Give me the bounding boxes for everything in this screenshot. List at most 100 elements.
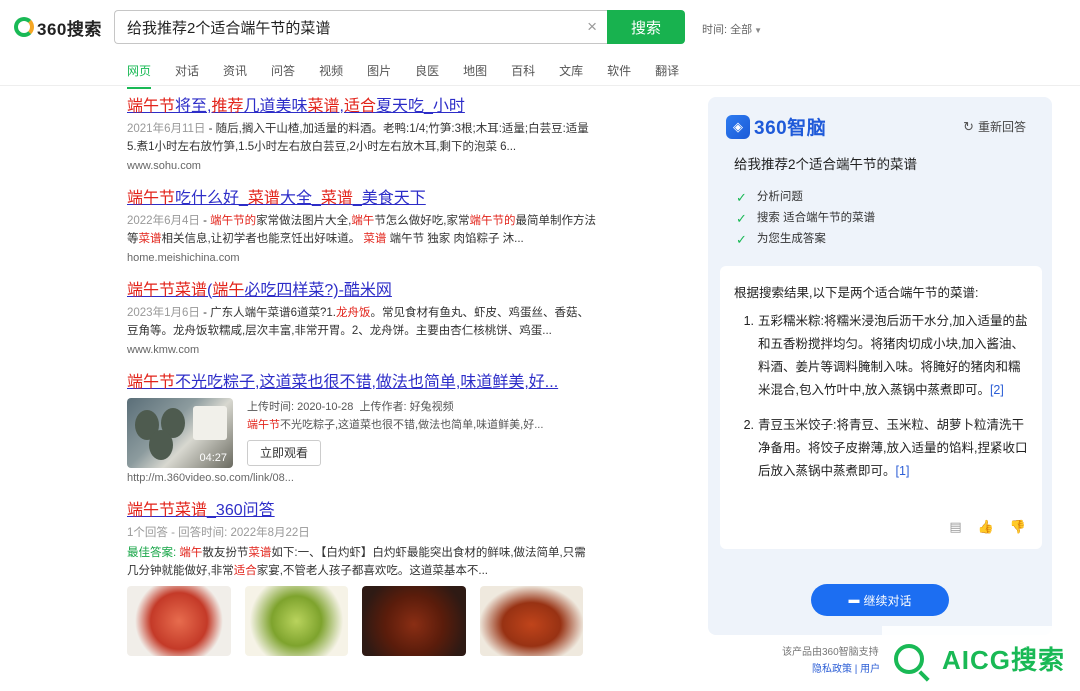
title-segment: 不光吃粽子,这道菜也很不错,做法也简单,味道鲜美,好... [175, 374, 559, 391]
header: 360搜索 × 搜索 时间: 全部▼ 网页对话资讯问答视频图片良医地图百科文库软… [0, 0, 1080, 89]
title-segment: 端午节 [127, 190, 176, 207]
uploader: 上传作者: 好兔视频 [359, 401, 454, 413]
fish-dish-image[interactable] [479, 586, 583, 656]
result-title-link[interactable]: 端午节吃什么好_菜谱大全_菜谱_美食天下 [127, 188, 597, 210]
desc-segment: 适合 [233, 565, 257, 577]
result-title-link[interactable]: 端午节将至,推荐几道美味菜谱,适合夏天吃_小时 [127, 96, 597, 118]
nav-tab[interactable]: 网页 [127, 62, 152, 89]
time-filter-label: 时间: 全部 [702, 24, 753, 36]
continue-chat-label: 继续对话 [863, 593, 912, 608]
result-url[interactable]: www.sohu.com [127, 160, 597, 172]
nav-tab[interactable]: 百科 [511, 62, 535, 89]
video-meta: 上传时间: 2020-10-28 上传作者: 好兔视频 [247, 398, 543, 416]
title-segment: 大全_ [279, 190, 321, 207]
nav-tab[interactable]: 对话 [175, 62, 199, 89]
ai-panel: ◈ 360智脑 ↻ 重新回答 给我推荐2个适合端午节的菜谱 ✓ 分析问题 ✓ 搜索 适… [708, 97, 1052, 635]
answer-list: 1. 五彩糯米粽:将糯米浸泡后沥干水分,加入适量的盐和五香粉搅拌均匀。将猪肉切成小… [734, 310, 1032, 495]
nav-tab[interactable]: 资讯 [223, 62, 247, 89]
title-segment: 将至, [175, 98, 212, 115]
answer-body: 五彩糯米粽:将糯米浸泡后沥干水分,加入适量的盐和五香粉搅拌均匀。将猪肉切成小块,… [758, 314, 1028, 397]
nav-tab[interactable]: 问答 [271, 62, 295, 89]
watch-now-button[interactable]: 立即观看 [247, 440, 322, 466]
video-desc-highlight: 端午节 [247, 419, 280, 431]
nav-tab[interactable]: 软件 [607, 62, 631, 89]
ai-logo: ◈ 360智脑 [726, 113, 826, 140]
ai-query: 给我推荐2个适合端午节的菜谱 [734, 157, 918, 172]
ai-logo-text: 360智脑 [754, 118, 827, 139]
image-row [127, 586, 597, 656]
title-segment: 必吃四样菜?)-酷米网 [244, 282, 392, 299]
title-segment: 吃什么好_ [175, 190, 248, 207]
video-desc: 端午节不光吃粽子,这道菜也很不错,做法也简单,味道鲜美,好... [247, 416, 543, 434]
braised-dish-image[interactable] [362, 586, 466, 656]
time-filter[interactable]: 时间: 全部 ▼ [702, 21, 762, 37]
video-info: 上传时间: 2020-10-28 上传作者: 好兔视频 端午节不光吃粽子,这道菜… [247, 398, 543, 468]
result-date: 2023年1月6日 [127, 307, 200, 319]
result-title-link[interactable]: 端午节不光吃粽子,这道菜也很不错,做法也简单,味道鲜美,好... [127, 372, 597, 394]
chat-icon: ▬ [848, 594, 860, 606]
results-list: 端午节将至,推荐几道美味菜谱,适合夏天吃_小时 2021年6月11日 - 随后,搁… [127, 96, 597, 672]
ai-step: ✓ 分析问题 [736, 187, 875, 208]
logo-text: 360搜索 [37, 19, 102, 39]
footer-links[interactable]: 隐私政策 | 用户 [812, 660, 880, 675]
desc-segment: 菜谱 [363, 233, 387, 245]
desc-segment: 家常做法图片大全, [256, 215, 352, 227]
result-url[interactable]: http://m.360video.so.com/link/08... [127, 472, 597, 484]
ai-step-label: 为您生成答案 [756, 233, 826, 245]
nav-tab[interactable]: 文库 [559, 62, 583, 89]
citation-link[interactable]: [2] [990, 383, 1004, 397]
nav-tab[interactable]: 翻译 [655, 62, 679, 89]
result-title-link[interactable]: 端午节菜谱(端午必吃四样菜?)-酷米网 [127, 280, 597, 302]
result-url[interactable]: home.meishichina.com [127, 252, 597, 264]
title-segment: 菜谱 [320, 190, 353, 207]
result-snippet: 2022年6月4日 - 端午节的家常做法图片大全,端午节怎么做好吃,家常端午节的… [127, 212, 597, 248]
result-url[interactable]: www.kmw.com [127, 344, 597, 356]
title-segment: _360问答 [207, 502, 275, 519]
result-snippet: 2023年1月6日 - 广东人端午菜谱6道菜?1.龙舟饭。常见食材有鱼丸、虾皮、… [127, 304, 597, 340]
result-date: 2022年6月4日 [127, 215, 200, 227]
result-title-link[interactable]: 端午节菜谱_360问答 [127, 500, 597, 522]
check-icon: ✓ [736, 211, 747, 226]
copy-icon[interactable]: ▤ [949, 519, 961, 535]
answer-intro: 根据搜索结果,以下是两个适合端午节的菜谱: [734, 286, 979, 300]
desc-segment: 端午 [179, 547, 203, 559]
search-input[interactable] [115, 11, 575, 43]
thumbs-down-icon[interactable]: 👎 [1010, 519, 1026, 535]
answer-item: 1. 五彩糯米粽:将糯米浸泡后沥干水分,加入适量的盐和五香粉搅拌均匀。将猪肉切成小… [734, 310, 1032, 402]
ai-brain-icon: ◈ [726, 114, 750, 139]
continue-chat-button[interactable]: ▬ 继续对话 [811, 584, 949, 616]
reanswer-label: 重新回答 [977, 120, 1026, 134]
desc-segment: 菜谱 [248, 547, 272, 559]
nav-tab[interactable]: 良医 [415, 62, 439, 89]
ai-answer-card: 根据搜索结果,以下是两个适合端午节的菜谱: 1. 五彩糯米粽:将糯米浸泡后沥干水分… [720, 266, 1042, 549]
clear-icon[interactable]: × [587, 17, 597, 37]
ai-step: ✓ 为您生成答案 [736, 229, 875, 250]
citation-link[interactable]: [1] [896, 464, 910, 478]
shrimp-image[interactable] [127, 586, 231, 656]
desc-segment: 龙舟饭 [335, 307, 371, 319]
vegetable-image[interactable] [244, 586, 348, 656]
title-segment: _美食天下 [352, 190, 426, 207]
title-segment: 端午节菜谱 [127, 502, 208, 519]
search-button[interactable]: 搜索 [607, 10, 685, 44]
reanswer-button[interactable]: ↻ 重新回答 [963, 118, 1026, 135]
nav-tab[interactable]: 图片 [367, 62, 391, 89]
title-segment: 菜谱 [247, 190, 280, 207]
search-result: 端午节将至,推荐几道美味菜谱,适合夏天吃_小时 2021年6月11日 - 随后,搁… [127, 96, 597, 172]
aicg-watermark: AICG搜索 [882, 626, 1080, 691]
thumbs-up-icon[interactable]: 👍 [978, 519, 994, 535]
desc-segment: 端午节的 [210, 215, 257, 227]
logo[interactable]: 360搜索 [14, 16, 102, 39]
nav-tab[interactable]: 视频 [319, 62, 343, 89]
title-segment: 适合 [343, 98, 376, 115]
desc-segment: 节怎么做好吃,家常 [374, 215, 470, 227]
desc-segment: 散友扮节 [202, 547, 249, 559]
upload-time: 上传时间: 2020-10-28 [247, 401, 354, 413]
video-thumbnail[interactable]: 04:27 [127, 398, 233, 468]
desc-segment: 最佳答案: [127, 547, 177, 559]
nav-tab[interactable]: 地图 [463, 62, 487, 89]
desc-segment: 端午节 独家 肉馅粽子 沐... [386, 233, 524, 245]
answer-number: 2. [743, 418, 754, 432]
egg-shape [149, 430, 173, 460]
refresh-icon: ↻ [963, 118, 974, 134]
